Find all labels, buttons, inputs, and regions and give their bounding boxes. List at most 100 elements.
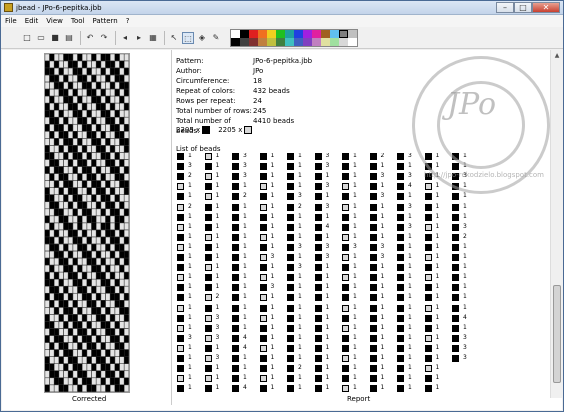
bead-cell[interactable]	[96, 138, 101, 146]
bead-cell[interactable]	[63, 124, 69, 132]
bead-cell[interactable]	[58, 117, 64, 125]
bead-cell[interactable]	[58, 251, 64, 259]
bead-cell[interactable]	[105, 173, 111, 181]
bead-cell[interactable]	[58, 152, 64, 160]
bead-cell[interactable]	[86, 258, 92, 266]
bead-cell[interactable]	[91, 208, 97, 216]
bead-cell[interactable]	[91, 314, 97, 322]
bead-cell[interactable]	[110, 201, 115, 209]
bead-cell[interactable]	[44, 89, 50, 97]
bead-cell[interactable]	[96, 377, 101, 385]
bead-cell[interactable]	[119, 187, 125, 195]
bead-cell[interactable]	[54, 60, 59, 68]
bead-cell[interactable]	[114, 321, 120, 329]
bead-cell[interactable]	[58, 272, 64, 280]
bead-cell[interactable]	[82, 251, 87, 259]
bead-cell[interactable]	[49, 138, 55, 146]
bead-cell[interactable]	[86, 300, 92, 308]
bead-cell[interactable]	[44, 236, 50, 244]
bead-cell[interactable]	[96, 215, 101, 223]
bead-cell[interactable]	[72, 187, 78, 195]
bead-cell[interactable]	[91, 82, 97, 90]
bead-cell[interactable]	[110, 293, 115, 301]
bead-cell[interactable]	[82, 110, 87, 118]
bead-cell[interactable]	[68, 363, 73, 371]
bead-cell[interactable]	[96, 89, 101, 97]
bead-cell[interactable]	[63, 243, 69, 252]
bead-cell[interactable]	[72, 321, 78, 329]
bead-cell[interactable]	[68, 265, 73, 273]
bead-cell[interactable]	[96, 82, 101, 90]
bead-cell[interactable]	[105, 370, 111, 378]
bead-cell[interactable]	[86, 103, 92, 111]
bead-cell[interactable]	[49, 229, 55, 237]
bead-cell[interactable]	[119, 152, 125, 160]
bead-cell[interactable]	[105, 321, 111, 329]
bead-cell[interactable]	[68, 251, 73, 259]
bead-cell[interactable]	[44, 363, 50, 371]
bead-cell[interactable]	[86, 53, 92, 61]
bead-cell[interactable]	[114, 335, 120, 343]
close-button[interactable]: ✕	[532, 1, 560, 13]
color-swatch[interactable]	[276, 37, 285, 46]
bead-cell[interactable]	[124, 159, 129, 167]
bead-cell[interactable]	[114, 124, 120, 132]
bead-cell[interactable]	[86, 265, 92, 273]
bead-cell[interactable]	[124, 258, 129, 266]
bead-cell[interactable]	[96, 236, 101, 244]
bead-cell[interactable]	[119, 251, 125, 259]
bead-cell[interactable]	[54, 300, 59, 308]
bead-cell[interactable]	[110, 272, 115, 280]
bead-cell[interactable]	[96, 272, 101, 280]
bead-cell[interactable]	[77, 307, 83, 315]
bead-cell[interactable]	[119, 229, 125, 237]
bead-cell[interactable]	[105, 166, 111, 174]
bead-cell[interactable]	[68, 384, 73, 392]
bead-cell[interactable]	[49, 356, 55, 364]
bead-cell[interactable]	[105, 89, 111, 97]
bead-cell[interactable]	[100, 159, 106, 167]
bead-cell[interactable]	[114, 258, 120, 266]
bead-cell[interactable]	[105, 194, 111, 202]
bead-cell[interactable]	[114, 251, 120, 259]
bead-cell[interactable]	[68, 328, 73, 336]
bead-cell[interactable]	[49, 173, 55, 181]
bead-cell[interactable]	[114, 370, 120, 378]
bead-cell[interactable]	[44, 159, 50, 167]
bead-cell[interactable]	[105, 251, 111, 259]
bead-cell[interactable]	[119, 138, 125, 146]
bead-cell[interactable]	[119, 293, 125, 301]
bead-cell[interactable]	[82, 180, 87, 188]
bead-cell[interactable]	[96, 258, 101, 266]
bead-cell[interactable]	[82, 265, 87, 273]
bead-cell[interactable]	[105, 96, 111, 104]
bead-cell[interactable]	[105, 314, 111, 322]
bead-cell[interactable]	[72, 328, 78, 336]
bead-cell[interactable]	[110, 363, 115, 371]
bead-cell[interactable]	[82, 145, 87, 153]
bead-cell[interactable]	[105, 208, 111, 216]
bead-cell[interactable]	[100, 74, 106, 83]
menu-view[interactable]: View	[46, 17, 63, 25]
bead-cell[interactable]	[49, 272, 55, 280]
bead-cell[interactable]	[105, 201, 111, 209]
bead-cell[interactable]	[100, 110, 106, 118]
bead-cell[interactable]	[44, 187, 50, 195]
bead-cell[interactable]	[100, 286, 106, 294]
bead-cell[interactable]	[119, 159, 125, 167]
bead-cell[interactable]	[63, 138, 69, 146]
bead-cell[interactable]	[110, 53, 115, 61]
bead-cell[interactable]	[119, 180, 125, 188]
bead-pattern-grid[interactable]	[44, 53, 129, 392]
bead-cell[interactable]	[49, 208, 55, 216]
bead-cell[interactable]	[68, 300, 73, 308]
bead-cell[interactable]	[86, 194, 92, 202]
bead-cell[interactable]	[100, 356, 106, 364]
bead-cell[interactable]	[96, 124, 101, 132]
undo-icon[interactable]: ↶	[84, 32, 96, 44]
bead-cell[interactable]	[63, 258, 69, 266]
bead-cell[interactable]	[77, 251, 83, 259]
bead-cell[interactable]	[100, 215, 106, 223]
bead-cell[interactable]	[72, 60, 78, 68]
bead-cell[interactable]	[77, 342, 83, 350]
